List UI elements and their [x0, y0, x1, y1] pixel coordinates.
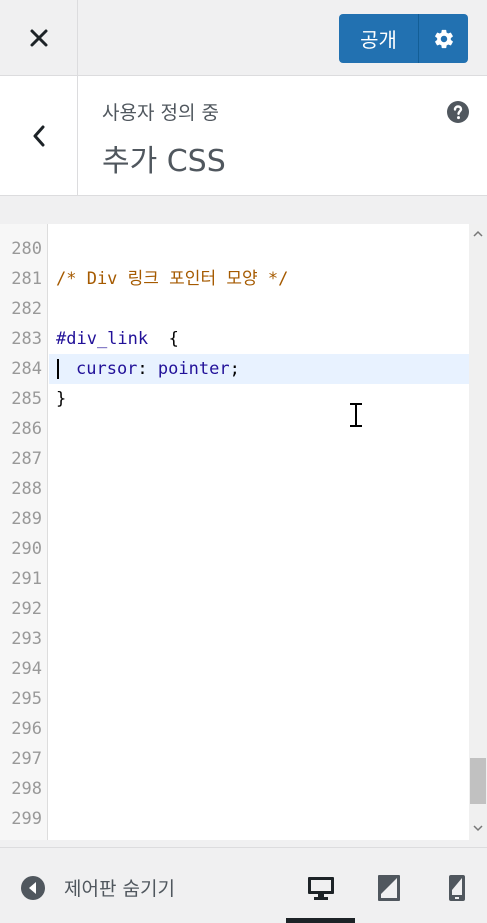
css-selector: #div_link: [56, 329, 149, 349]
preview-tablet-button[interactable]: [369, 868, 409, 908]
editor-scrollbar[interactable]: [469, 224, 487, 840]
customizer-footer: 제어판 숨기기: [0, 847, 487, 923]
line-number: 281: [11, 269, 42, 289]
line-number: 291: [11, 569, 42, 589]
line-number: 298: [11, 779, 42, 799]
preview-desktop-button[interactable]: [301, 868, 341, 908]
publish-button[interactable]: 공개: [339, 14, 419, 63]
line-number: 286: [11, 419, 42, 439]
breadcrumb: 사용자 정의 중: [102, 102, 219, 124]
active-device-indicator: [286, 918, 355, 923]
collapse-sidebar-label: 제어판 숨기기: [64, 878, 175, 900]
close-button[interactable]: [0, 0, 78, 75]
line-number: 290: [11, 539, 42, 559]
line-number-gutter: 279 280 281 282 283 284 285 286 287 288 …: [0, 224, 48, 840]
line-number: 299: [11, 809, 42, 829]
ibeam-cursor-icon: [350, 403, 362, 427]
publish-group: 공개: [339, 14, 468, 63]
line-number: 287: [11, 449, 42, 469]
line-number: 280: [11, 239, 42, 259]
line-number: 283: [11, 329, 42, 349]
desktop-icon: [308, 877, 334, 900]
line-number: 293: [11, 629, 42, 649]
back-button[interactable]: [0, 76, 78, 195]
help-button[interactable]: [446, 100, 470, 124]
line-number: 279: [0, 224, 42, 234]
text-caret: [57, 359, 59, 379]
line-number: 289: [11, 509, 42, 529]
section-header: 사용자 정의 중 추가 CSS: [0, 76, 487, 196]
close-icon: [30, 29, 47, 46]
section-title: 추가 CSS: [102, 144, 226, 179]
line-number: 295: [11, 689, 42, 709]
line-number: 292: [11, 599, 42, 619]
css-code-editor[interactable]: 279 280 281 282 283 284 285 286 287 288 …: [0, 224, 487, 840]
collapse-sidebar-button[interactable]: 제어판 숨기기: [20, 874, 175, 901]
help-icon: [447, 101, 469, 123]
line-number: 296: [11, 719, 42, 739]
code-line-close: }: [56, 389, 67, 409]
gear-icon: [434, 29, 453, 48]
mobile-icon: [449, 875, 465, 901]
line-number: 284: [11, 359, 42, 379]
collapse-arrow-icon: [21, 875, 45, 900]
chevron-left-icon: [33, 125, 44, 146]
css-value: pointer: [157, 359, 230, 379]
line-number: 297: [11, 749, 42, 769]
css-property: cursor: [76, 359, 138, 379]
open-brace: {: [168, 329, 179, 349]
line-number: 285: [11, 389, 42, 409]
line-number: 294: [11, 659, 42, 679]
scrollbar-thumb[interactable]: [470, 758, 486, 804]
line-number: 288: [11, 479, 42, 499]
code-line-declaration: cursor: pointer;: [76, 359, 240, 379]
customizer-header: 공개: [0, 0, 487, 76]
scroll-down-arrow-icon[interactable]: [469, 822, 487, 834]
customizer-panel: 공개 사용자 정의 중 추가 CSS 279: [0, 0, 487, 923]
tablet-icon: [378, 875, 400, 901]
publish-settings-button[interactable]: [419, 14, 468, 63]
code-line-comment: /* Div 링크 포인터 모양 */: [56, 269, 289, 289]
line-number: 282: [11, 299, 42, 319]
scroll-up-arrow-icon[interactable]: [469, 228, 487, 240]
preview-mobile-button[interactable]: [437, 868, 477, 908]
code-line-selector: #div_link {: [56, 324, 179, 354]
